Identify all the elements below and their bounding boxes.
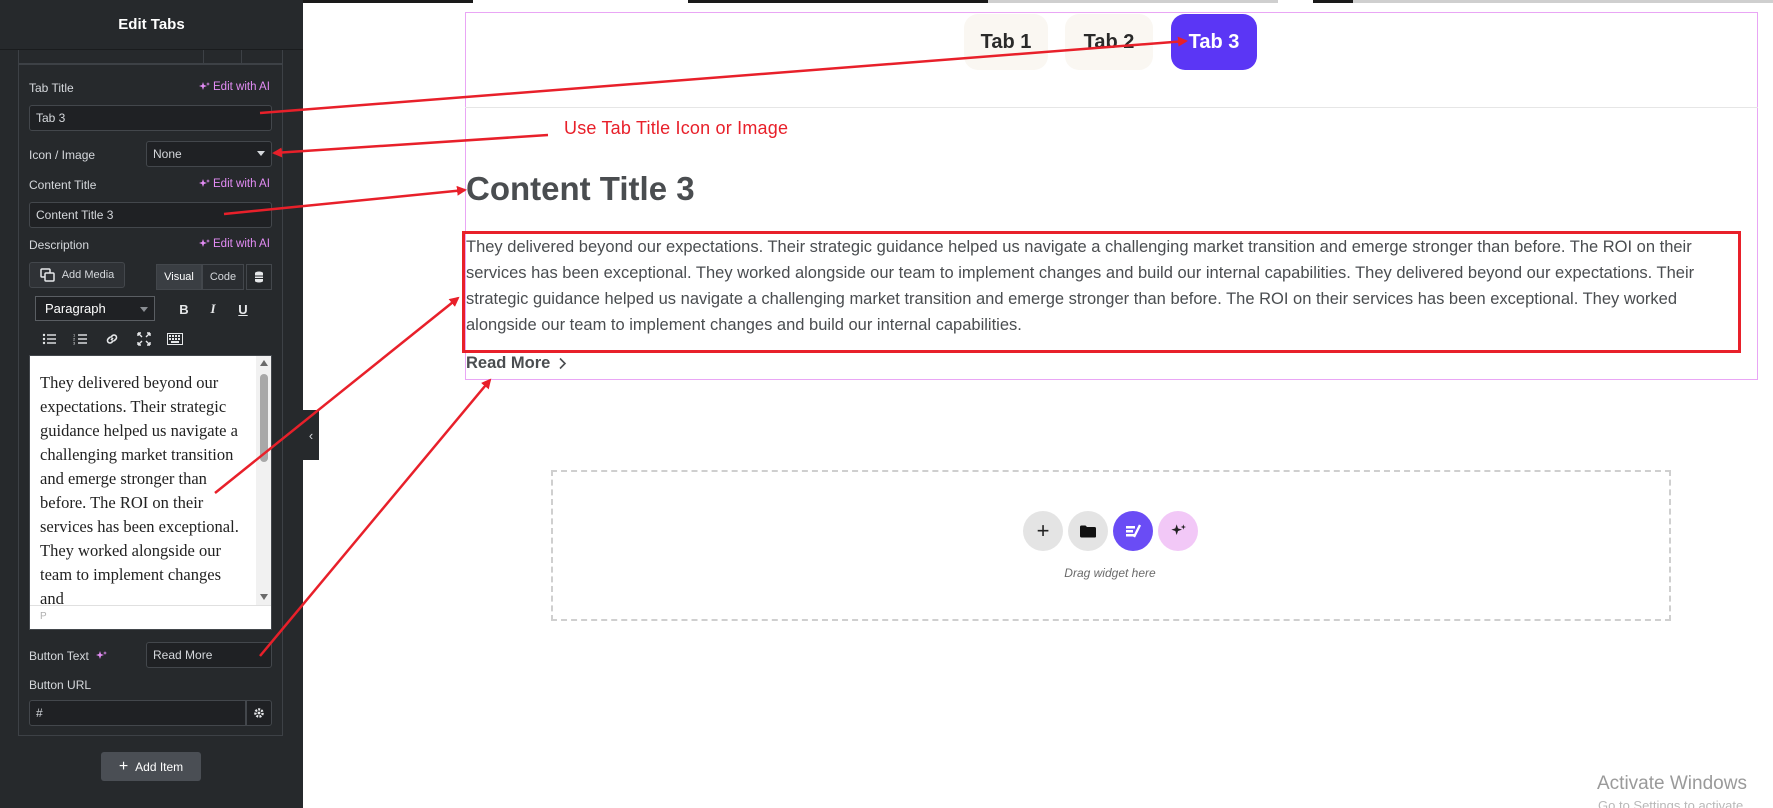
ai-sparkle-icon: [1171, 524, 1186, 535]
top-strip-segment: [988, 0, 1278, 3]
button-text-input[interactable]: Read More: [146, 642, 272, 668]
bold-icon[interactable]: B: [175, 300, 193, 318]
description-label: Description: [29, 238, 90, 252]
windows-activation-watermark: Activate Windows: [1597, 773, 1747, 794]
elementskit-button[interactable]: [1113, 511, 1153, 551]
collapse-panel-handle[interactable]: ‹: [303, 410, 319, 460]
tab-2[interactable]: Tab 2: [1065, 14, 1153, 70]
ai-sparkle-icon: [199, 239, 210, 247]
fullscreen-icon[interactable]: [135, 330, 153, 348]
template-library-button[interactable]: [1068, 511, 1108, 551]
content-title: Content Title 3: [466, 170, 695, 207]
tab-code[interactable]: Code: [202, 264, 244, 290]
tab-title-label: Tab Title: [29, 81, 74, 95]
button-text-label: Button Text: [29, 649, 89, 663]
top-strip-segment: [1353, 0, 1773, 3]
drag-widget-hint: Drag widget here: [1064, 566, 1156, 580]
edit-with-ai-tab-title[interactable]: Edit with AI: [198, 81, 270, 93]
edit-with-ai-description[interactable]: Edit with AI: [198, 238, 270, 250]
media-icon: [39, 268, 55, 282]
add-item-label: Add Item: [135, 759, 184, 774]
tab-title-input[interactable]: Tab 3: [29, 105, 272, 131]
plus-icon: +: [1036, 518, 1050, 543]
icon-image-value: None: [153, 147, 182, 161]
edit-with-ai-label: Edit with AI: [213, 81, 270, 93]
button-url-label: Button URL: [29, 678, 92, 692]
drop-zone[interactable]: [551, 470, 1671, 621]
editor-panel: Edit Tabs Tab Title Edit with AI Tab 3 I…: [0, 0, 303, 808]
scrollbar-thumb[interactable]: [260, 374, 268, 462]
read-more-link[interactable]: Read More: [466, 354, 567, 373]
panel-title: Edit Tabs: [0, 0, 303, 50]
keyboard-icon[interactable]: [166, 330, 184, 348]
plus-icon: +: [118, 757, 129, 775]
content-title-label: Content Title: [29, 178, 97, 192]
ai-assistant-button[interactable]: [1158, 511, 1198, 551]
windows-activation-subtext: Go to Settings to activate Windows.: [1598, 798, 1744, 808]
add-media-button[interactable]: Add Media: [29, 262, 125, 288]
top-strip-segment: [303, 0, 473, 3]
ai-sparkle-icon: [199, 179, 210, 187]
top-strip: [303, 0, 1773, 3]
scroll-up-icon[interactable]: [260, 360, 268, 366]
edit-with-ai-label: Edit with AI: [213, 238, 270, 250]
add-media-label: Add Media: [61, 269, 115, 281]
tab-visual[interactable]: Visual: [156, 264, 202, 290]
panel-stub: [18, 50, 283, 64]
add-section-button[interactable]: +: [1023, 511, 1063, 551]
icon-image-label: Icon / Image: [29, 148, 96, 162]
paragraph-format-value: Paragraph: [45, 301, 106, 316]
top-strip-segment: [1313, 0, 1353, 3]
chevron-right-icon: [559, 357, 567, 370]
edit-with-ai-label: Edit with AI: [213, 178, 270, 190]
icon-image-select[interactable]: None: [146, 141, 272, 167]
bullet-list-icon[interactable]: [40, 330, 58, 348]
caret-down-icon: [140, 307, 148, 312]
tabs-divider: [465, 107, 1758, 108]
tab-1[interactable]: Tab 1: [964, 14, 1048, 70]
ai-sparkle-icon: [199, 82, 210, 90]
chevron-left-icon: ‹: [308, 427, 314, 443]
read-more-label: Read More: [466, 354, 551, 372]
editor-status-bar: P: [30, 605, 271, 629]
editor-text[interactable]: They delivered beyond our expectations. …: [40, 371, 248, 611]
svg-text:3: 3: [73, 341, 76, 346]
numbered-list-icon[interactable]: 123: [71, 330, 89, 348]
gear-icon[interactable]: [246, 700, 272, 726]
add-item-button[interactable]: + Add Item: [101, 752, 201, 781]
underline-icon[interactable]: U: [234, 300, 252, 318]
content-title-input[interactable]: Content Title 3: [29, 202, 272, 228]
annotation-text: Use Tab Title Icon or Image: [564, 118, 789, 138]
scroll-down-icon[interactable]: [260, 594, 268, 600]
tab-3[interactable]: Tab 3: [1171, 14, 1257, 70]
folder-icon: [1080, 525, 1096, 537]
annotation-highlight-box: [462, 231, 1741, 353]
ai-sparkle-icon[interactable]: [95, 650, 107, 662]
description-editor[interactable]: They delivered beyond our expectations. …: [29, 355, 272, 630]
edit-with-ai-content-title[interactable]: Edit with AI: [198, 178, 270, 190]
paragraph-format-select[interactable]: Paragraph: [35, 296, 155, 321]
top-strip-segment: [688, 0, 988, 3]
button-text-label-row: Button Text: [29, 649, 107, 663]
caret-down-icon: [257, 151, 265, 156]
link-icon[interactable]: [103, 330, 121, 348]
database-icon[interactable]: [246, 264, 272, 290]
italic-icon[interactable]: I: [204, 300, 222, 318]
elementskit-logo-icon: [1126, 524, 1142, 538]
button-url-input[interactable]: #: [29, 700, 246, 726]
